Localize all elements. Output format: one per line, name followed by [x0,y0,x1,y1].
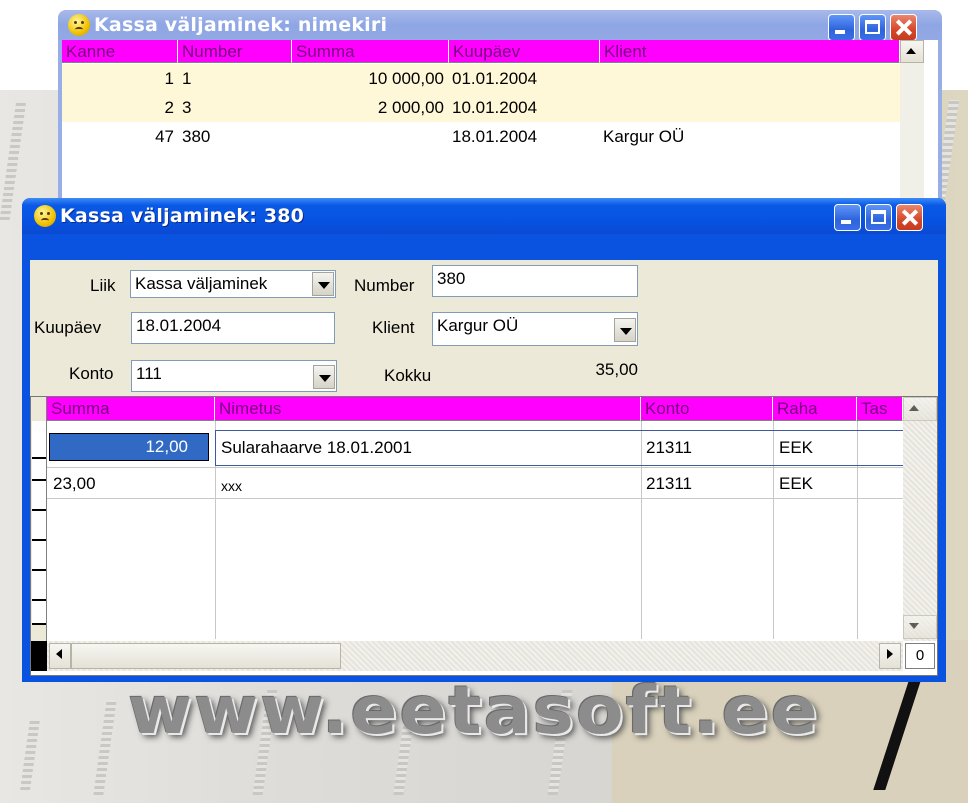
list-row[interactable]: 1 1 10 000,00 01.01.2004 [62,64,900,93]
cell-nimetus[interactable]: xxx [221,471,242,501]
vertical-scrollbar[interactable] [900,63,924,205]
klient-label: Klient [372,318,415,337]
cell-nimetus[interactable]: Sularahaarve 18.01.2001 [221,433,412,463]
cell-number: 380 [182,127,211,146]
minimize-icon [835,30,845,34]
minimize-icon [841,220,851,224]
smiley-icon [68,14,90,36]
column-header-summa[interactable]: Summa [292,40,449,63]
konto-dropdown[interactable]: 111 [131,360,337,392]
scroll-up-button[interactable] [903,397,937,421]
cell-number: 3 [182,98,192,117]
kuupaev-field[interactable]: 18.01.2004 [131,312,335,344]
cell-summa: 12,00 [145,437,188,456]
number-label: Number [354,276,415,295]
detail-window-titlebar[interactable]: Kassa väljaminek: 380 [22,198,946,234]
cell-summa[interactable]: 23,00 [53,469,96,499]
liik-label: Liik [90,276,116,295]
liik-dropdown[interactable]: Kassa väljaminek [130,270,336,298]
list-window-title: Kassa väljaminek: nimekiri [94,14,388,36]
klient-dropdown[interactable]: Kargur OÜ [432,312,638,346]
list-grid: Kanne Number Summa Kuupäev Klient 1 1 10… [62,40,938,205]
cell-summa [292,122,444,151]
number-field[interactable]: 380 [432,265,638,297]
konto-value: 111 [136,364,162,383]
cell-raha[interactable]: EEK [779,433,813,463]
cell-kanne: 47 [155,127,174,146]
row-indicator[interactable] [32,541,46,571]
list-row[interactable]: 2 3 2 000,00 10.01.2004 [62,93,900,122]
maximize-button[interactable] [859,14,886,41]
cell-klient: Kargur OÜ [603,127,685,146]
kuupaev-label: Kuupäev [34,318,102,337]
liik-value: Kassa väljaminek [135,274,268,293]
scroll-up-button[interactable] [900,40,924,63]
lines-grid: Summa Nimetus Konto Raha Tas 12,00 Sular… [30,396,938,676]
column-header-nimetus[interactable]: Nimetus [215,397,641,421]
record-counter: 0 [905,643,935,669]
close-button[interactable] [890,14,917,41]
watermark-text: www.eetasoft.ee [128,672,820,749]
chevron-down-icon[interactable] [312,272,334,296]
column-header-summa[interactable]: Summa [47,397,215,421]
maximize-icon [871,210,886,224]
row-indicator[interactable] [32,511,46,541]
column-header-raha[interactable]: Raha [773,397,857,421]
cell-kanne: 1 [164,69,174,88]
scroll-down-button[interactable] [903,615,937,639]
grid-line [47,467,903,468]
chevron-down-icon[interactable] [614,318,636,342]
row-indicator[interactable] [32,421,46,459]
scroll-left-button[interactable] [49,643,71,669]
detail-window-title: Kassa väljaminek: 380 [60,205,305,227]
chevron-down-icon[interactable] [313,365,335,389]
column-header-number[interactable]: Number [178,40,292,63]
column-header-kuupaev[interactable]: Kuupäev [449,40,600,63]
close-button[interactable] [896,204,923,231]
cell-kuupaev: 01.01.2004 [452,69,538,88]
konto-label: Konto [69,364,114,383]
cell-kanne: 2 [164,98,174,117]
row-indicator[interactable] [32,571,46,601]
grid-corner-bottom [31,641,47,671]
selected-cell[interactable]: 12,00 [49,433,209,461]
column-header-tas[interactable]: Tas [857,397,903,421]
maximize-icon [865,20,880,34]
cell-kuupaev: 18.01.2004 [452,127,538,146]
row-indicator[interactable] [32,459,46,481]
cell-kuupaev: 10.01.2004 [452,98,538,117]
kokku-label: Kokku [384,366,432,385]
smiley-icon [34,205,56,227]
grid-corner [31,397,47,421]
cell-summa: 2 000,00 [377,98,444,117]
column-header-konto[interactable]: Konto [641,397,773,421]
cell-number: 1 [182,69,192,88]
list-window-titlebar[interactable]: Kassa väljaminek: nimekiri [58,10,942,41]
kokku-value: 35,00 [595,360,638,379]
scroll-right-button[interactable] [879,643,901,669]
vertical-scrollbar[interactable] [903,397,937,641]
klient-value: Kargur OÜ [437,316,519,335]
maximize-button[interactable] [865,204,892,231]
row-indicator[interactable] [32,601,46,625]
minimize-button[interactable] [828,14,855,41]
minimize-button[interactable] [834,204,861,231]
horizontal-scroll-thumb[interactable] [71,643,341,669]
cell-konto[interactable]: 21311 [646,433,692,463]
grid-line [47,498,903,499]
list-row[interactable]: 47 380 18.01.2004 Kargur OÜ [62,122,900,151]
column-header-klient[interactable]: Klient [600,40,900,63]
cell-raha[interactable]: EEK [779,469,813,499]
cell-summa: 10 000,00 [368,69,444,88]
row-indicator[interactable] [32,481,46,511]
cell-konto[interactable]: 21311 [646,469,692,499]
column-header-kanne[interactable]: Kanne [62,40,178,63]
